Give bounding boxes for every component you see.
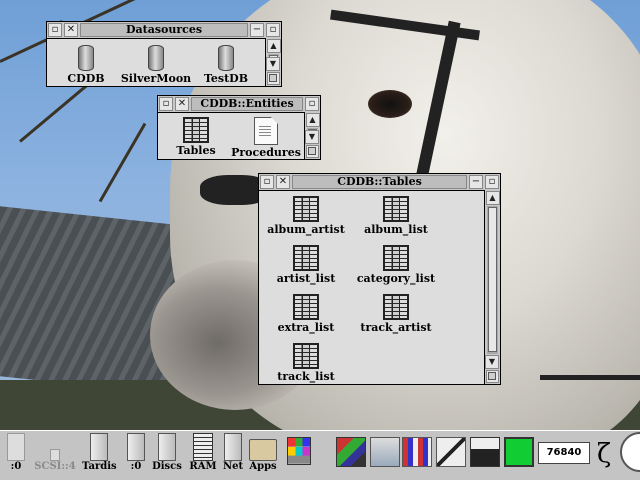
iconbar-apps[interactable]: Apps	[248, 433, 278, 473]
iconbar-tardis[interactable]: Tardis	[82, 433, 117, 473]
floppy-drive-icon	[7, 433, 25, 461]
tables-window[interactable]: ▫ ✕ CDDB::Tables − ▫ ▲ ▼ album_artist al…	[258, 173, 501, 385]
table-item[interactable]: album_list	[351, 196, 441, 236]
table-icon	[293, 196, 319, 222]
table-icon	[383, 245, 409, 271]
window-title[interactable]: Datasources	[80, 23, 248, 37]
item-label: artist_list	[276, 272, 336, 285]
scroll-down-arrow[interactable]: ▼	[485, 355, 499, 369]
scroll-up-arrow[interactable]: ▲	[485, 191, 500, 205]
iconbar-net[interactable]: Net	[220, 433, 246, 473]
item-label: track_list	[277, 370, 335, 383]
close-button[interactable]: ✕	[276, 175, 290, 189]
iconbar-label: SCSI::4	[34, 461, 76, 472]
computer-monitor-icon[interactable]	[504, 437, 534, 467]
item-label: Procedures	[231, 146, 301, 159]
back-button[interactable]: ▫	[48, 23, 62, 37]
back-button[interactable]: ▫	[159, 97, 173, 111]
close-button[interactable]: ✕	[64, 23, 78, 37]
table-icon	[383, 196, 409, 222]
ram-icon	[193, 433, 213, 461]
chart-app-icon[interactable]	[402, 437, 432, 467]
table-item[interactable]: extra_list	[261, 294, 351, 334]
item-label: album_artist	[267, 223, 345, 236]
iconbar-discs[interactable]: Discs	[152, 433, 182, 473]
iconbar-label: Net	[222, 461, 244, 472]
title-bar[interactable]: ▫ ✕ CDDB::Entities ▫	[158, 96, 320, 113]
table-item[interactable]: album_artist	[261, 196, 351, 236]
window-title[interactable]: CDDB::Tables	[292, 175, 467, 189]
datasources-window[interactable]: ▫ ✕ Datasources − ▫ ▲ ▼ CDDB SilverMoon …	[46, 21, 282, 87]
apps-folder-icon	[249, 439, 277, 461]
item-label: track_artist	[360, 321, 432, 334]
zeta-app-icon[interactable]: ζ	[597, 440, 611, 468]
title-bar[interactable]: ▫ ✕ Datasources − ▫	[47, 22, 281, 39]
iconbar-scsi-drive[interactable]: SCSI::4	[34, 433, 76, 473]
resize-handle[interactable]	[486, 370, 499, 383]
vertical-scrollbar[interactable]: ▲ ▼	[484, 190, 500, 384]
iconise-button[interactable]: −	[250, 23, 264, 37]
discs-icon	[158, 433, 176, 461]
drive-icon	[127, 433, 145, 461]
database-icon	[78, 45, 94, 71]
table-item[interactable]: artist_list	[261, 245, 351, 285]
utility-app-icon[interactable]	[370, 437, 400, 467]
title-bar[interactable]: ▫ ✕ CDDB::Tables − ▫	[259, 174, 500, 191]
iconbar-app-launcher[interactable]	[284, 437, 314, 467]
window-title[interactable]: CDDB::Entities	[191, 97, 303, 111]
draw-pen-icon[interactable]	[436, 437, 466, 467]
iconbar-label: :0	[10, 461, 22, 472]
item-label: extra_list	[277, 321, 335, 334]
table-icon	[293, 245, 319, 271]
printer-icon[interactable]	[470, 437, 500, 467]
paint-app-icon[interactable]	[336, 437, 366, 467]
toggle-size-button[interactable]: ▫	[266, 23, 280, 37]
table-item[interactable]: track_list	[261, 343, 351, 383]
net-icon	[224, 433, 242, 461]
item-label: category_list	[356, 272, 436, 285]
table-icon	[293, 294, 319, 320]
scroll-thumb[interactable]	[488, 207, 497, 352]
hard-drive-icon	[90, 433, 108, 461]
document-icon	[254, 117, 278, 145]
iconbar-label: :0	[130, 461, 142, 472]
entity-item-procedures[interactable]: Procedures	[221, 117, 311, 159]
iconbar-label: Discs	[152, 461, 182, 472]
table-icon	[293, 343, 319, 369]
iconbar-label: RAM	[189, 461, 217, 472]
database-icon	[148, 45, 164, 71]
clock-display[interactable]: 76840	[538, 442, 590, 464]
iconise-button[interactable]: −	[469, 175, 483, 189]
table-item[interactable]: track_artist	[351, 294, 441, 334]
iconbar-label: Tardis	[82, 461, 117, 472]
item-label: album_list	[364, 223, 428, 236]
table-item[interactable]: category_list	[351, 245, 441, 285]
entities-window[interactable]: ▫ ✕ CDDB::Entities ▫ ▲ ▼ Tables Procedur…	[157, 95, 321, 160]
iconbar-drive[interactable]: :0	[124, 433, 148, 473]
iconbar-label: Apps	[249, 461, 277, 472]
database-icon	[218, 45, 234, 71]
back-button[interactable]: ▫	[260, 175, 274, 189]
table-icon	[383, 294, 409, 320]
toggle-size-button[interactable]: ▫	[485, 175, 499, 189]
iconbar-floppy-drive[interactable]: :0	[4, 433, 28, 473]
scsi-drive-icon	[50, 449, 60, 461]
colour-grid-icon	[287, 437, 311, 465]
close-button[interactable]: ✕	[175, 97, 189, 111]
table-icon	[183, 117, 209, 143]
datasource-item[interactable]: TestDB	[181, 45, 271, 85]
toggle-size-button[interactable]: ▫	[305, 97, 319, 111]
iconbar-ram[interactable]: RAM	[188, 433, 218, 473]
item-label: TestDB	[203, 72, 249, 85]
